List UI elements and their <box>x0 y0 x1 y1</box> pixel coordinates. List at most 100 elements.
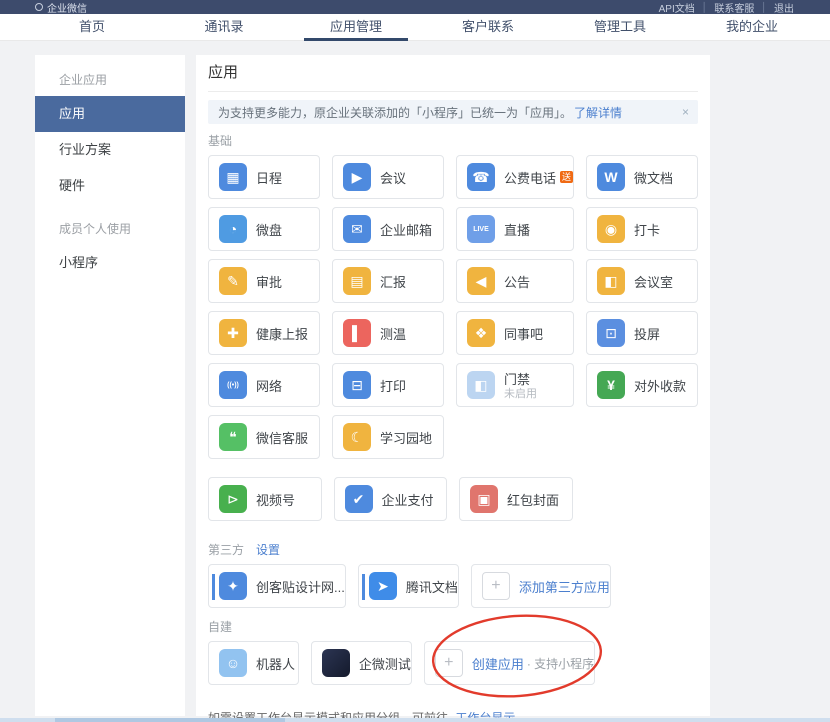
notice-text: 为支持更多能力，原企业关联添加的「小程序」已统一为「应用」。 <box>218 104 572 121</box>
nav-item-customer-contact[interactable]: 客户联系 <box>422 14 554 40</box>
notice-learn-more-link[interactable]: 了解详情 <box>574 104 622 121</box>
app-tile-network[interactable]: ((•)) 网络 <box>208 363 320 407</box>
channels-video-icon: ⊳ <box>219 485 247 513</box>
report-icon: ▤ <box>343 267 371 295</box>
section-header: 自建 <box>208 618 698 635</box>
app-tile-wecom-test[interactable]: 企微测试 <box>311 641 412 685</box>
app-status-label: 未启用 <box>504 388 537 401</box>
app-tile-channels[interactable]: ⊳ 视频号 <box>208 477 322 521</box>
app-grid: ☺ 机器人 企微测试 + 创建应用 · 支持小程序 <box>208 641 698 685</box>
app-name: 红包封面 <box>507 490 559 509</box>
door-access-icon: ◧ <box>467 371 495 399</box>
app-name: 打印 <box>380 376 406 395</box>
app-name-suffix: · 支持小程序 <box>527 655 594 672</box>
app-tile-announcement[interactable]: ◀ 公告 <box>456 259 574 303</box>
app-name: 微信客服 <box>256 428 308 447</box>
app-name: 企业支付 <box>382 490 434 509</box>
app-tile-wechat-service[interactable]: ❝ 微信客服 <box>208 415 320 459</box>
app-name: 直播 <box>504 220 530 239</box>
app-tile-wedrive[interactable]: ◔ 微盘 <box>208 207 320 251</box>
app-name: 对外收款 <box>634 376 686 395</box>
app-tile-approval[interactable]: ✎ 审批 <box>208 259 320 303</box>
app-tile-meeting-room[interactable]: ◧ 会议室 <box>586 259 698 303</box>
app-name: 测温 <box>380 324 406 343</box>
sidebar-item-app[interactable]: 应用 <box>35 96 185 132</box>
sidebar-item-hardware[interactable]: 硬件 <box>35 168 185 204</box>
main-nav: 首页通讯录应用管理客户联系管理工具我的企业 <box>0 14 830 41</box>
app-tile-meeting[interactable]: ▶ 会议 <box>332 155 444 199</box>
nav-item-home[interactable]: 首页 <box>26 14 158 40</box>
robot-icon: ☺ <box>219 649 247 677</box>
wecom-logo[interactable]: 企业微信 <box>35 0 87 15</box>
app-tile-chuangkit[interactable]: ✦ 创客贴设计网... <box>208 564 346 608</box>
app-tile-calendar[interactable]: ▦ 日程 <box>208 155 320 199</box>
app-tile-create-app[interactable]: + 创建应用 · 支持小程序 <box>424 641 595 685</box>
topbar-link-logout[interactable]: 退出 <box>774 0 794 15</box>
app-tile-tencent-docs[interactable]: ➤ 腾讯文档 <box>358 564 459 608</box>
app-section: 自建 ☺ 机器人 企微测试 + 创建应用 · 支持小程序 <box>208 618 698 685</box>
app-mark <box>212 574 215 600</box>
nav-item-contacts[interactable]: 通讯录 <box>158 14 290 40</box>
topbar-link-api-docs[interactable]: API文档 <box>659 0 695 15</box>
section-header: 基础 <box>208 132 698 149</box>
notice-banner: 为支持更多能力，原企业关联添加的「小程序」已统一为「应用」。 了解详情 × <box>208 100 698 124</box>
app-tile-corp-pay[interactable]: ✔ 企业支付 <box>334 477 448 521</box>
app-tile-live[interactable]: LIVE 直播 <box>456 207 574 251</box>
app-tile-print[interactable]: ⊟ 打印 <box>332 363 444 407</box>
topbar-link-support[interactable]: 联系客服 <box>714 0 754 15</box>
bottom-scrollbar-track[interactable] <box>0 718 830 722</box>
app-tile-red-packet[interactable]: ▣ 红包封面 <box>459 477 573 521</box>
wecom-logo-text: 企业微信 <box>47 0 87 15</box>
chuangkit-icon: ✦ <box>219 572 247 600</box>
app-tile-checkin[interactable]: ◉ 打卡 <box>586 207 698 251</box>
app-name: 添加第三方应用 <box>519 577 610 596</box>
sidebar-item-industry-solution[interactable]: 行业方案 <box>35 132 185 168</box>
app-tile-health-report[interactable]: ✚ 健康上报 <box>208 311 320 355</box>
app-name: 视频号 <box>256 490 295 509</box>
app-tile-add-third-party[interactable]: + 添加第三方应用 <box>471 564 611 608</box>
app-tile-temperature[interactable]: ▌ 测温 <box>332 311 444 355</box>
nav-item-app-management[interactable]: 应用管理 <box>290 14 422 40</box>
sidebar: 企业应用应用行业方案硬件成员个人使用小程序 <box>35 55 185 716</box>
app-tile-door-access[interactable]: ◧ 门禁 未启用 <box>456 363 574 407</box>
app-tile-mail[interactable]: ✉ 企业邮箱 <box>332 207 444 251</box>
wecom-logo-icon <box>35 3 43 11</box>
section-header: 第三方设置 <box>208 541 698 558</box>
sidebar-section-label: 企业应用 <box>35 55 185 96</box>
tencent-docs-icon: ➤ <box>369 572 397 600</box>
nav-item-my-company[interactable]: 我的企业 <box>686 14 818 40</box>
notice-close-icon[interactable]: × <box>682 104 689 120</box>
app-name: 机器人 <box>256 654 295 673</box>
meeting-room-door-icon: ◧ <box>597 267 625 295</box>
app-name: 会议 <box>380 168 406 187</box>
thermometer-icon: ▌ <box>343 319 371 347</box>
health-cross-icon: ✚ <box>219 319 247 347</box>
app-tile-screen-cast[interactable]: ⊡ 投屏 <box>586 311 698 355</box>
sidebar-section-label: 成员个人使用 <box>35 204 185 245</box>
app-section: 第三方设置 ✦ 创客贴设计网... ➤ 腾讯文档 + 添加第三方应用 <box>208 541 698 608</box>
app-name: 微文档 <box>634 168 673 187</box>
printer-icon: ⊟ <box>343 371 371 399</box>
bottom-scrollbar-thumb[interactable] <box>55 718 285 722</box>
drive-icon: ◔ <box>219 215 247 243</box>
app-tile-learning[interactable]: ☾ 学习园地 <box>332 415 444 459</box>
app-grid: ▦ 日程 ▶ 会议 ☎ 公费电话 送 W 微文档 ◔ 微盘 ✉ 企业邮箱 LIV… <box>208 155 698 459</box>
app-tile-robot[interactable]: ☺ 机器人 <box>208 641 299 685</box>
app-name: 健康上报 <box>256 324 308 343</box>
app-tile-free-call[interactable]: ☎ 公费电话 送 <box>456 155 574 199</box>
test-app-icon <box>322 649 350 677</box>
app-name: 打卡 <box>634 220 660 239</box>
app-tile-collect-payment[interactable]: ¥ 对外收款 <box>586 363 698 407</box>
mail-icon: ✉ <box>343 215 371 243</box>
page-title: 应用 <box>208 55 698 92</box>
approval-icon: ✎ <box>219 267 247 295</box>
section-settings-link[interactable]: 设置 <box>256 541 280 558</box>
nav-item-management-tools[interactable]: 管理工具 <box>554 14 686 40</box>
calendar-icon: ▦ <box>219 163 247 191</box>
sidebar-item-miniprogram[interactable]: 小程序 <box>35 245 185 281</box>
app-name: 学习园地 <box>380 428 432 447</box>
red-packet-icon: ▣ <box>470 485 498 513</box>
app-tile-wedoc[interactable]: W 微文档 <box>586 155 698 199</box>
app-tile-colleagues-bar[interactable]: ❖ 同事吧 <box>456 311 574 355</box>
app-tile-report[interactable]: ▤ 汇报 <box>332 259 444 303</box>
